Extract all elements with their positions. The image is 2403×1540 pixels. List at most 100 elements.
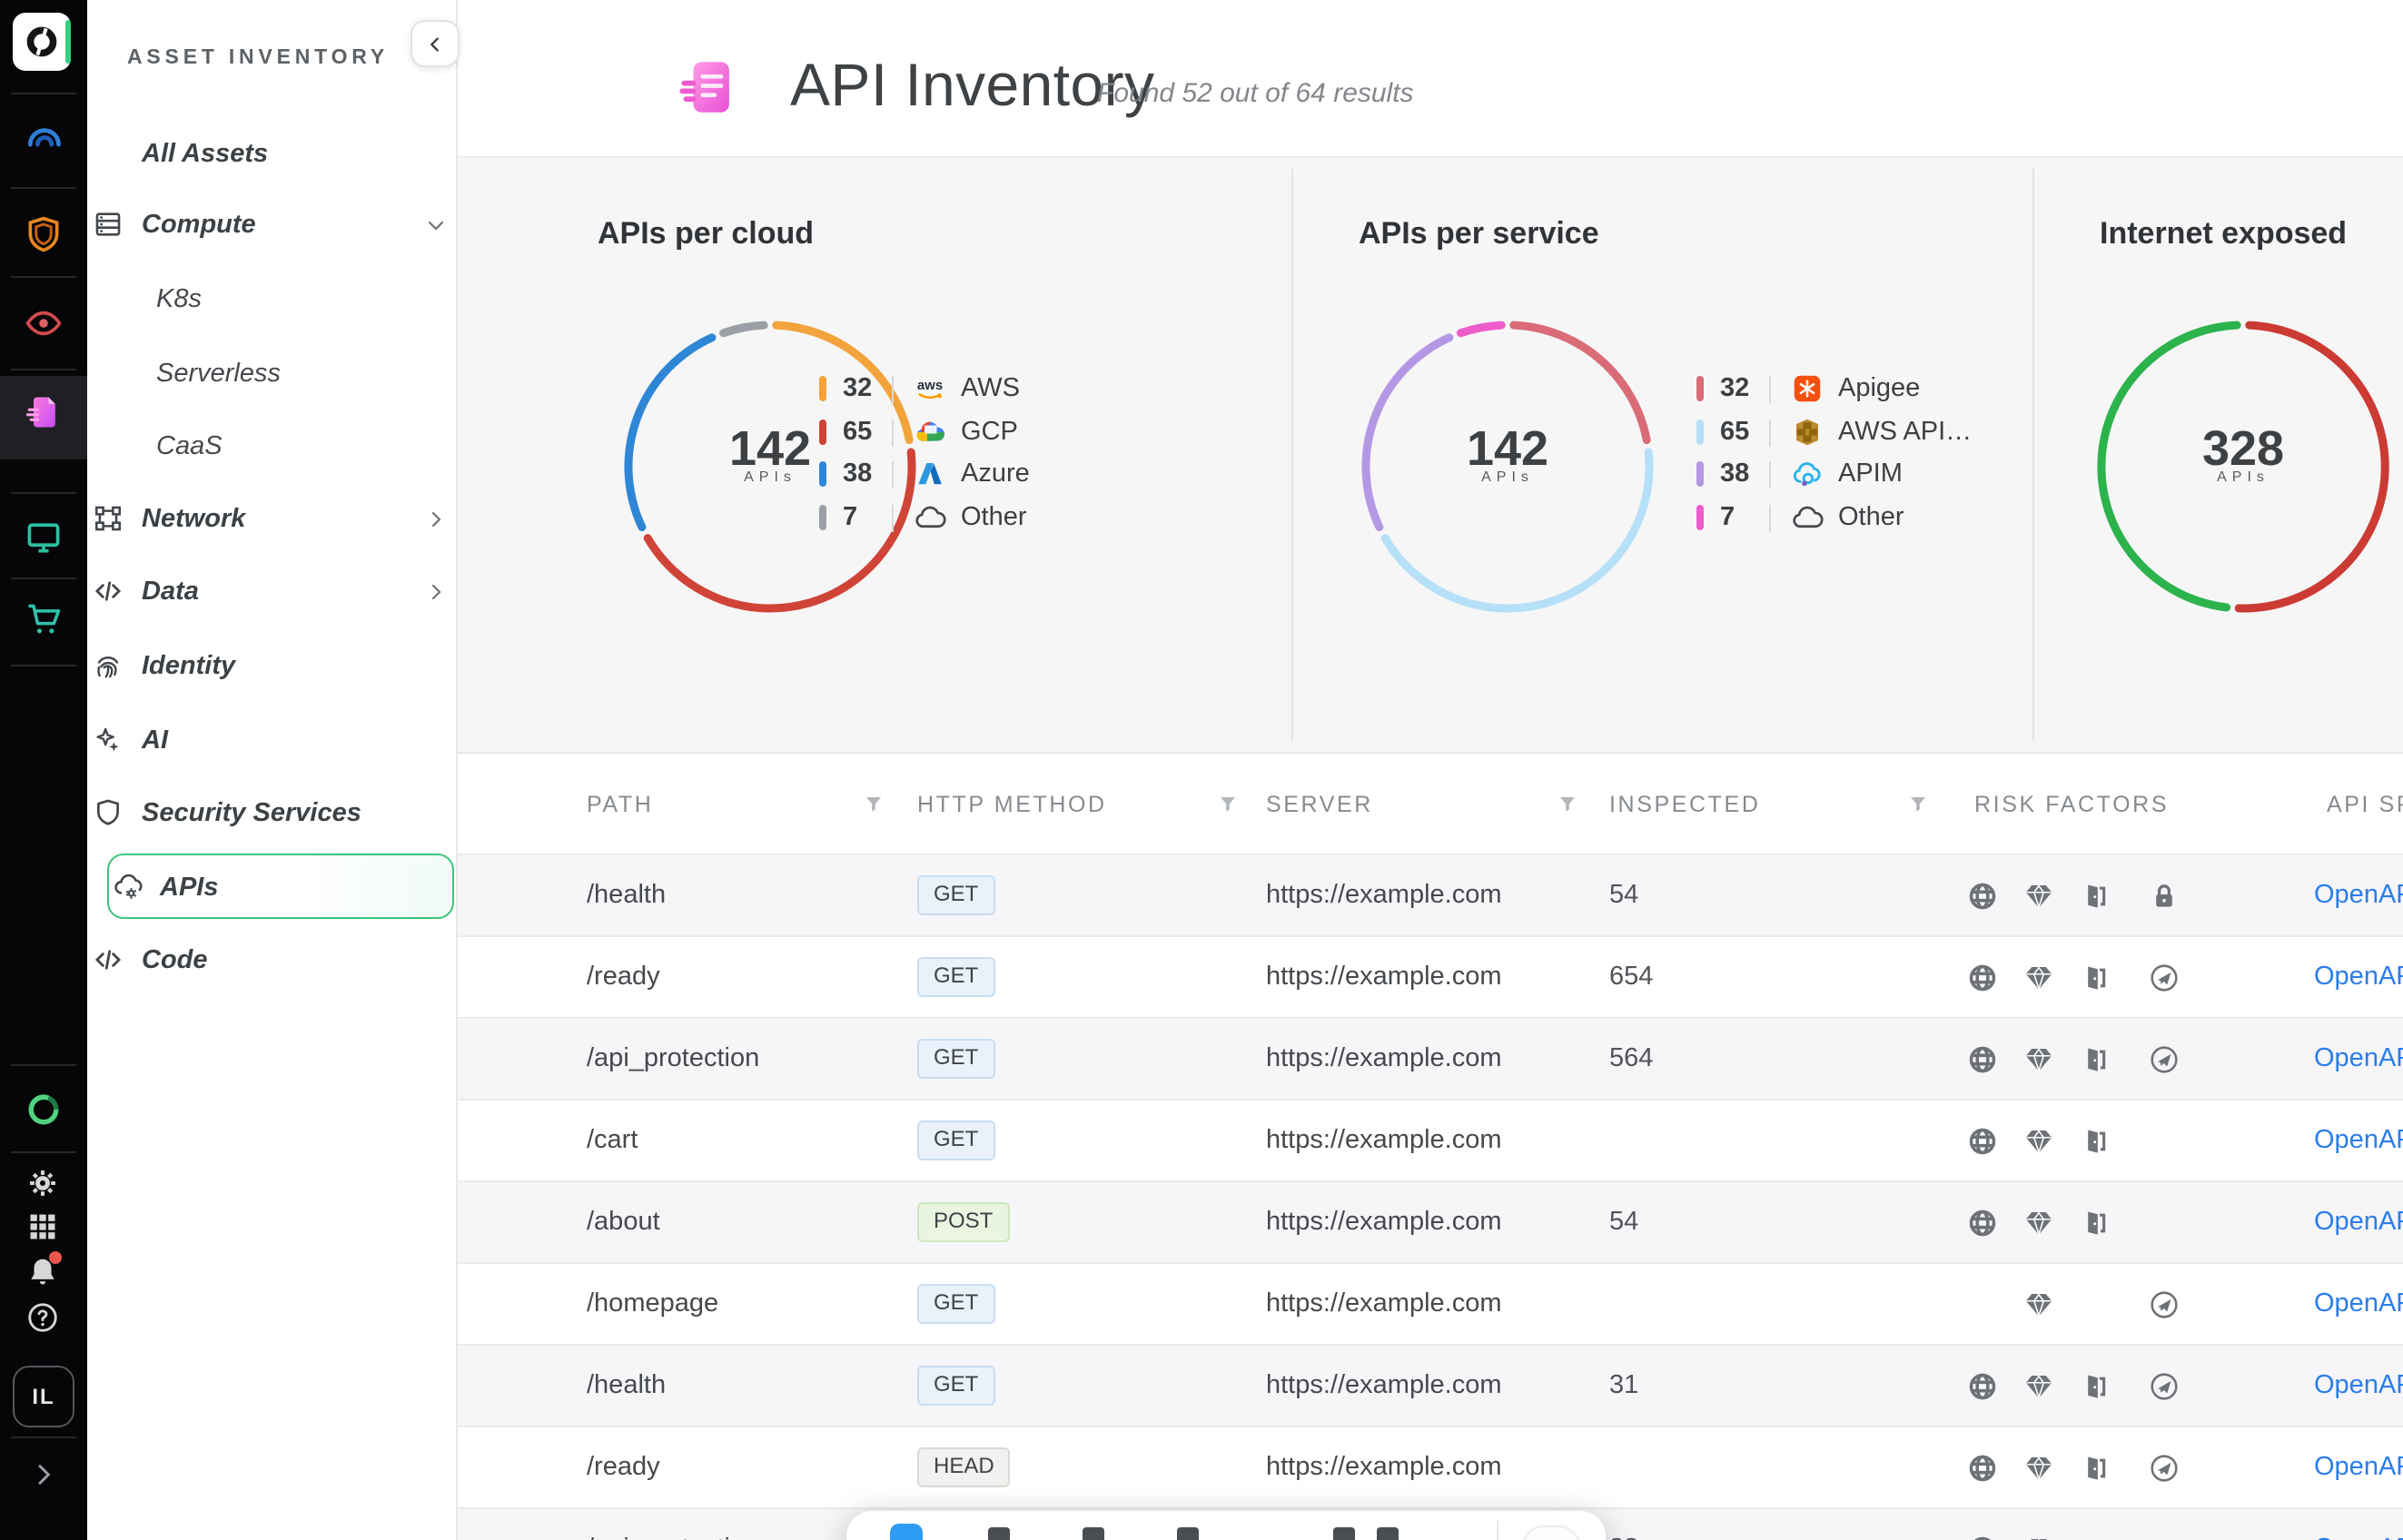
sidebar-item-code[interactable]: Code [87,943,458,979]
table-row[interactable]: /cart GET https://example.com OpenAPI [458,1099,2403,1180]
api-inventory-icon [677,54,741,120]
risk-icon [2149,1208,2180,1239]
chevron-down-icon[interactable] [425,214,447,236]
sidebar-item-label: APIs [160,870,219,906]
sidebar-item-serverless[interactable]: Serverless [87,356,458,392]
company-logo[interactable] [13,13,71,71]
cell-path: /homepage [587,1264,718,1344]
avatar[interactable]: IL [13,1366,74,1427]
legend-value: 32 [843,374,892,403]
risk-icon [2080,1289,2111,1320]
risk-icon [2080,1535,2111,1540]
donut-internet-exposed: 328 APIs [2089,312,2398,621]
risk-icon [2149,1535,2180,1540]
sidebar-item-network[interactable]: Network [87,501,458,538]
api-spec-link[interactable]: OpenAPI [2314,937,2403,1017]
cell-inspected: 31 [1609,1346,1638,1426]
sidebar-item-all-assets[interactable]: All Assets [87,136,458,173]
table-row[interactable]: /api_protection GET https://example.com … [458,1017,2403,1099]
cell-path: /api_protection [587,1019,759,1099]
api-table: PATH HTTP METHOD SERVER INSPECTED RISK F… [458,754,2403,1540]
table-row[interactable]: /homepage GET https://example.com OpenAP… [458,1262,2403,1344]
icon-rail: IL [0,0,87,1540]
sidebar-item-label: Data [142,574,199,610]
api-spec-link[interactable]: OpenAPI [2314,1101,2403,1180]
sidebar-item-apis[interactable]: APIs [87,870,458,906]
sidebar-item-label: K8s [156,281,202,318]
gcp-icon [914,416,946,449]
cell-inspected: 54 [1609,855,1638,935]
help-icon[interactable] [25,1300,60,1335]
sidebar-item-compute[interactable]: Compute [87,207,458,243]
cart-icon[interactable] [24,599,64,639]
table-row[interactable]: /health GET https://example.com 31 OpenA… [458,1344,2403,1426]
method-badge: GET [917,1366,994,1406]
toolbar-icon[interactable] [988,1527,1010,1540]
legend-label: AWS API… [1838,418,1972,447]
api-spec-link[interactable]: OpenAPI [2314,1264,2403,1344]
sidebar-item-identity[interactable]: Identity [87,648,458,685]
filter-icon[interactable] [1907,794,1929,815]
table-row[interactable]: /health GET https://example.com 54 OpenA… [458,854,2403,935]
method-badge: GET [917,1284,994,1324]
risk-icon [2149,1126,2180,1157]
table-row[interactable]: /about POST https://example.com 54 OpenA… [458,1180,2403,1262]
gem-icon [2023,1208,2054,1239]
toggle-pill[interactable] [1522,1525,1580,1540]
cell-server: https://example.com [1266,1182,1502,1262]
toolbar-icon[interactable] [1333,1527,1355,1540]
table-row[interactable]: /ready HEAD https://example.com OpenAPI [458,1426,2403,1507]
api-spec-link[interactable]: OpenAPI [2314,1019,2403,1099]
ring-logo-icon[interactable] [24,1090,64,1130]
main-content: API Inventory Found 52 out of 64 results… [458,0,2403,1540]
chevron-right-icon[interactable] [425,508,447,530]
chevron-right-icon[interactable] [425,581,447,603]
cell-server: https://example.com [1266,1427,1502,1507]
legend-item: 65 GCP [819,414,1018,450]
network-icon [93,503,124,534]
table-row[interactable]: /ready GET https://example.com 654 OpenA… [458,935,2403,1017]
spectrum-arc-icon[interactable] [24,116,64,156]
legend-tick [819,505,826,530]
cell-server: https://example.com [1266,937,1502,1017]
gem-icon [2023,1535,2054,1540]
collapse-sidebar-button[interactable] [410,20,460,67]
sidebar-item-k8s[interactable]: K8s [87,281,458,318]
api-spec-link[interactable]: OpenAPI [2314,1182,2403,1262]
donut-center-label: APIs [1353,469,1662,485]
cell-inspected: 54 [1609,1182,1638,1262]
api-doc-icon[interactable] [24,392,64,432]
toolbar-icon[interactable] [1083,1527,1104,1540]
sidebar-asset-inventory: ASSET INVENTORY All Assets Compute K8s S… [87,0,458,1540]
shield-badge-icon[interactable] [24,214,64,254]
legend-item: 38 APIM [1696,456,1903,492]
api-spec-link[interactable]: OpenAPI [2314,1509,2403,1540]
security-shield-icon [93,797,124,828]
api-spec-link[interactable]: OpenAPI [2314,1427,2403,1507]
sidebar-item-data[interactable]: Data [87,574,458,610]
selection-icon[interactable] [890,1524,923,1540]
api-spec-link[interactable]: OpenAPI [2314,855,2403,935]
cell-inspected: 654 [1609,937,1653,1017]
filter-icon[interactable] [1557,794,1578,815]
filter-icon[interactable] [863,794,885,815]
legend-value: 65 [843,418,892,447]
apps-grid-icon[interactable] [25,1209,60,1244]
gear-icon[interactable] [25,1166,60,1200]
toolbar-icon[interactable] [1177,1527,1199,1540]
sidebar-item-security-services[interactable]: Security Services [87,795,458,832]
eye-icon[interactable] [24,303,64,343]
api-spec-link[interactable]: OpenAPI [2314,1346,2403,1426]
legend-value: 7 [1720,503,1769,532]
toolbar-icon[interactable] [1377,1527,1399,1540]
cell-server: https://example.com [1266,855,1502,935]
door-icon [2080,1371,2111,1402]
sidebar-item-ai[interactable]: AI [87,723,458,759]
results-count: Found 52 out of 64 results [1097,78,1414,109]
filter-icon[interactable] [1217,794,1239,815]
apigee-icon [1791,372,1824,405]
expand-rail-icon[interactable] [29,1460,58,1489]
monitor-icon[interactable] [24,518,64,558]
cell-inspected: 88 [1609,1509,1638,1540]
sidebar-item-caas[interactable]: CaaS [87,429,458,465]
